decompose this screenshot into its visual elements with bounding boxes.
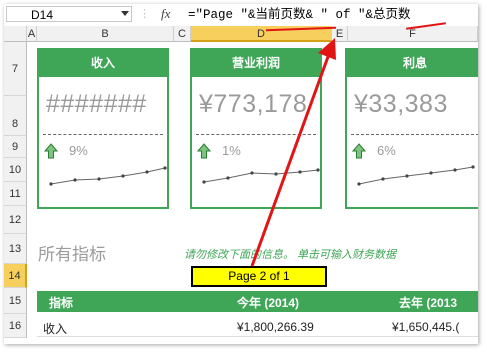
chevron-down-icon[interactable] — [121, 11, 129, 16]
up-arrow-icon — [352, 143, 366, 159]
kpi-card-operating-profit[interactable]: 营业利润 ¥773,178 1% — [190, 48, 322, 209]
divider — [196, 134, 316, 135]
formula-bar: D14 ⋮ fx ="Page "&当前页数& " of "&总页数 — [4, 4, 478, 27]
row-header-12[interactable]: 12 — [4, 206, 27, 234]
kpi-card-revenue[interactable]: 收入 ####### 9% — [37, 48, 169, 209]
instruction-note[interactable]: 请勿修改下面的信息。 单击可输入财务数据 — [184, 246, 396, 262]
table-cell-metric[interactable]: 收入 — [43, 320, 67, 337]
row-header-10[interactable]: 10 — [4, 158, 27, 182]
table-header-metric[interactable]: 指标 — [49, 294, 73, 311]
spreadsheet-window: D14 ⋮ fx ="Page "&当前页数& " of "&总页数 A B C… — [4, 4, 478, 344]
card-percent: 6% — [377, 143, 396, 158]
column-header-b[interactable]: B — [37, 26, 174, 42]
divider — [43, 134, 163, 135]
table-row[interactable]: 收入 ¥1,800,266.39 ¥1,650,445.( — [37, 316, 478, 337]
name-box[interactable]: D14 — [6, 6, 132, 22]
select-all-corner[interactable] — [4, 26, 27, 42]
row-header-8[interactable]: 8 — [4, 96, 27, 136]
sparkline — [49, 166, 167, 186]
card-value: ####### — [46, 90, 147, 118]
sparkline — [357, 165, 475, 186]
row-header-11[interactable]: 11 — [4, 182, 27, 206]
up-arrow-icon — [44, 143, 58, 159]
column-header-a[interactable]: A — [27, 26, 37, 42]
row-header-7[interactable]: 7 — [4, 42, 27, 96]
table-header: 指标 今年 (2014) 去年 (2013 — [37, 291, 478, 312]
row-header-16[interactable]: 16 — [4, 314, 27, 338]
up-arrow-icon — [197, 143, 211, 159]
formula-input[interactable]: ="Page "&当前页数& " of "&总页数 — [188, 7, 411, 23]
card-value: ¥33,383 — [354, 90, 448, 118]
card-title: 营业利润 — [192, 50, 320, 77]
sparkline — [202, 168, 320, 184]
row-header-14[interactable]: 14 — [4, 264, 27, 288]
kpi-card-interest[interactable]: 利息 ¥33,383 6% — [345, 48, 478, 209]
table-cell-last-year[interactable]: ¥1,650,445.( — [392, 320, 459, 334]
selected-cell-d14[interactable]: Page 2 of 1 — [191, 266, 327, 287]
column-header-c[interactable]: C — [174, 26, 191, 42]
formula-bar-divider: ⋮ — [139, 8, 150, 20]
card-percent: 1% — [222, 143, 241, 158]
name-box-value: D14 — [31, 8, 54, 22]
table-header-last-year[interactable]: 去年 (2013 — [399, 294, 457, 311]
row-header-15[interactable]: 15 — [4, 288, 27, 314]
card-percent: 9% — [69, 143, 88, 158]
card-title: 收入 — [39, 50, 167, 77]
table-header-this-year[interactable]: 今年 (2014) — [237, 294, 299, 311]
divider — [351, 134, 478, 135]
row-header-9[interactable]: 9 — [4, 136, 27, 158]
table-cell-this-year[interactable]: ¥1,800,266.39 — [237, 320, 314, 334]
card-title: 利息 — [347, 50, 478, 77]
section-title: 所有指标 — [38, 245, 106, 264]
card-value: ¥773,178 — [199, 90, 308, 118]
row-header-13[interactable]: 13 — [4, 234, 27, 264]
function-icon[interactable]: fx — [161, 6, 170, 22]
